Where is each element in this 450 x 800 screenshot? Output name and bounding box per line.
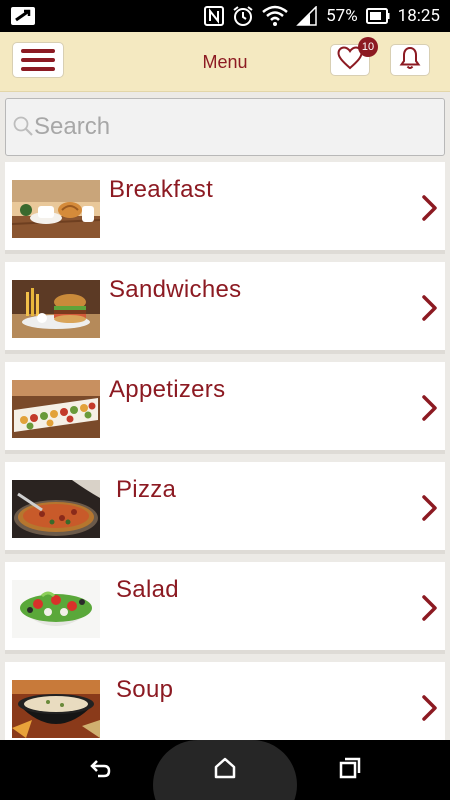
home-button[interactable]: [205, 750, 245, 790]
battery-icon: [365, 8, 390, 24]
chevron-right-icon: [421, 294, 439, 327]
hamburger-icon: [21, 49, 55, 53]
pizza-photo: [12, 480, 100, 538]
nfc-icon: [204, 6, 225, 26]
menu-item-salad[interactable]: Salad: [5, 562, 445, 654]
recents-button[interactable]: [330, 750, 370, 790]
bell-icon: [399, 46, 421, 75]
salad-photo: [12, 580, 100, 638]
chevron-right-icon: [421, 194, 439, 227]
signal-icon: [296, 6, 318, 26]
menu-item-label: Pizza: [116, 476, 177, 503]
home-icon: [214, 757, 236, 784]
status-bar: 57% 18:25: [0, 0, 450, 32]
menu-item-label: Appetizers: [109, 376, 226, 403]
menu-item-breakfast[interactable]: Breakfast: [5, 162, 445, 254]
menu-item-sandwiches[interactable]: Sandwiches: [5, 262, 445, 354]
menu-item-label: Sandwiches: [109, 276, 242, 303]
search-input[interactable]: [34, 107, 434, 147]
wifi-icon: [262, 5, 288, 27]
hamburger-icon-bar: [21, 67, 55, 71]
search-box[interactable]: [5, 98, 445, 156]
search-icon: [12, 115, 34, 142]
system-nav-bar: [0, 740, 450, 800]
recents-icon: [339, 757, 361, 784]
notifications-button[interactable]: [390, 44, 430, 76]
breakfast-photo: [12, 180, 100, 238]
page-title: Menu: [202, 52, 248, 72]
back-button[interactable]: [80, 750, 120, 790]
back-icon: [88, 758, 112, 783]
chevron-right-icon: [421, 694, 439, 727]
battery-percent: 57%: [326, 6, 358, 26]
screen-mirror-icon: [10, 6, 36, 26]
menu-list: Breakfast Sandwiches Appetizers Pizza Sa…: [0, 162, 450, 740]
app-header: Menu: [0, 32, 450, 92]
chevron-right-icon: [421, 394, 439, 427]
menu-item-pizza[interactable]: Pizza: [5, 462, 445, 554]
menu-item-label: Soup: [116, 676, 174, 703]
favorites-count-badge: 10: [358, 37, 378, 57]
hamburger-icon-bar: [21, 58, 55, 62]
clock: 18:25: [397, 6, 440, 26]
alarm-icon: [232, 5, 254, 27]
menu-item-label: Breakfast: [109, 176, 214, 203]
chevron-right-icon: [421, 494, 439, 527]
menu-item-label: Salad: [116, 576, 179, 603]
chevron-right-icon: [421, 594, 439, 627]
menu-item-appetizers[interactable]: Appetizers: [5, 362, 445, 454]
hamburger-menu-button[interactable]: [12, 42, 64, 78]
sandwiches-photo: [12, 280, 100, 338]
appetizers-photo: [12, 380, 100, 438]
soup-photo: [12, 680, 100, 738]
menu-item-soup[interactable]: Soup: [5, 662, 445, 740]
